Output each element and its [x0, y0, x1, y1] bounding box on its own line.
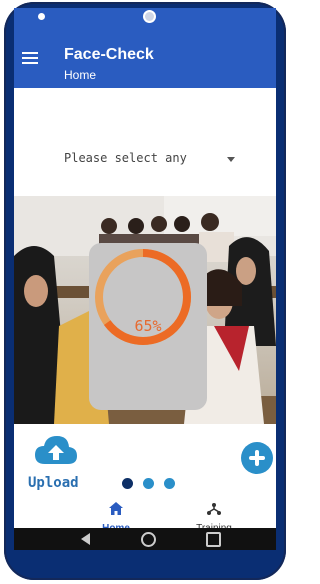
training-icon	[207, 503, 221, 515]
page-dot-2[interactable]	[143, 478, 154, 489]
menu-icon[interactable]	[22, 52, 38, 64]
home-icon	[109, 502, 123, 515]
home-circle-icon[interactable]	[141, 532, 156, 547]
app-title: Face-Check	[64, 46, 154, 63]
recent-apps-icon[interactable]	[206, 532, 221, 547]
dropdown-label: Please select any	[64, 151, 187, 165]
page-dot-3[interactable]	[164, 478, 175, 489]
app-screen: Face-Check Home Please select any 65% Up…	[14, 26, 276, 550]
front-camera-icon	[143, 10, 156, 23]
progress-card: 65%	[89, 243, 207, 410]
chevron-down-icon	[227, 157, 235, 162]
cloud-upload-icon[interactable]	[35, 434, 77, 468]
page-subtitle: Home	[64, 68, 97, 82]
class-photo: 65%	[14, 196, 276, 424]
plus-icon-stroke	[255, 450, 259, 466]
system-navigation-bar	[14, 528, 276, 550]
add-button[interactable]	[241, 442, 273, 474]
status-indicator-icon	[38, 13, 45, 20]
page-indicator	[122, 476, 185, 494]
progress-percent-label: 65%	[134, 317, 162, 335]
page-dot-1[interactable]	[122, 478, 133, 489]
upload-button-label[interactable]: Upload	[28, 475, 79, 491]
app-bar: Face-Check Home	[14, 26, 276, 88]
class-select-dropdown[interactable]: Please select any	[64, 151, 244, 171]
back-icon[interactable]	[81, 533, 90, 545]
